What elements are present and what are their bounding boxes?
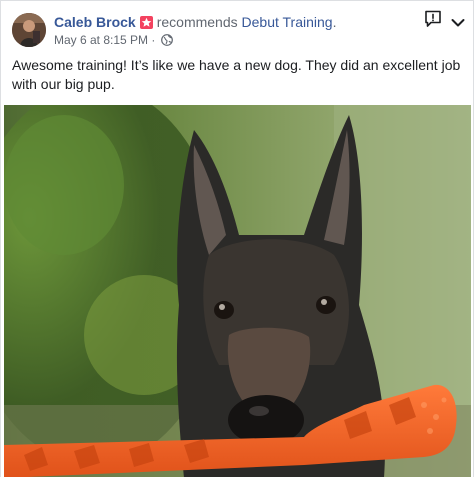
post-photo-dog[interactable]	[4, 105, 471, 477]
chevron-down-icon[interactable]	[451, 15, 465, 27]
meta-separator: ·	[151, 33, 156, 47]
report-flag-icon[interactable]	[424, 10, 442, 28]
page-suffix: .	[332, 14, 337, 30]
globe-icon[interactable]	[160, 34, 173, 49]
author-name-link[interactable]: Caleb Brock	[54, 14, 136, 30]
post-header-line: Caleb Brock recommends Debut Training.	[54, 14, 336, 31]
post-header: Caleb Brock recommends Debut Training. Ma…	[1, 1, 473, 51]
post-text: Awesome training! It’s like we have a ne…	[12, 57, 461, 92]
recommend-verb: recommends	[156, 14, 238, 30]
avatar[interactable]	[12, 13, 46, 47]
post-meta: May 6 at 8:15 PM ·	[54, 33, 173, 49]
post-card: Caleb Brock recommends Debut Training. Ma…	[0, 0, 474, 477]
star-recommend-icon	[139, 16, 153, 29]
post-timestamp[interactable]: May 6 at 8:15 PM	[54, 33, 148, 47]
page-name-link[interactable]: Debut Training	[242, 14, 333, 30]
